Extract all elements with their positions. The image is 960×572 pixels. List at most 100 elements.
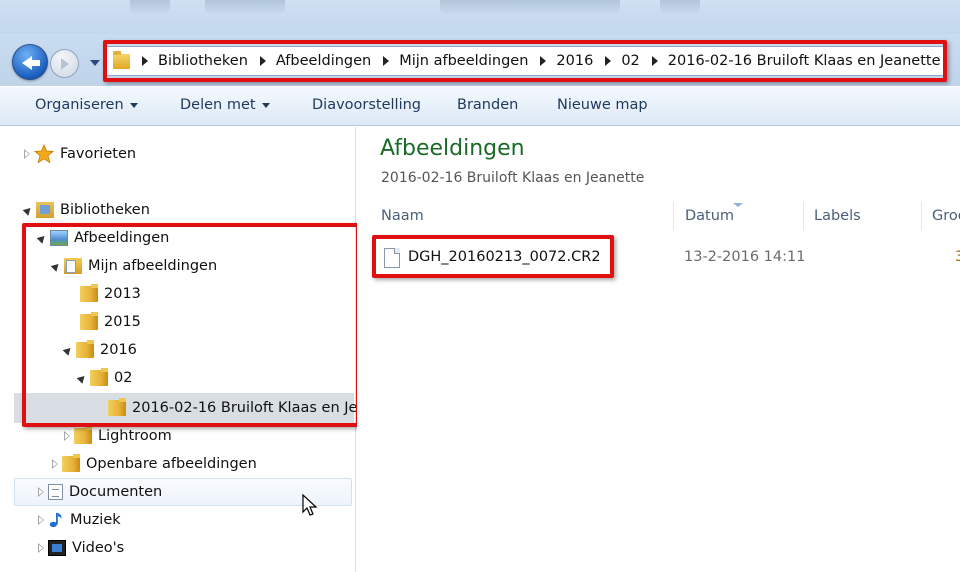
expand-arrow-icon[interactable]	[64, 431, 70, 441]
library-subtitle: 2016-02-16 Bruiloft Klaas en Jeanette	[381, 170, 645, 186]
tree-label: 2015	[104, 314, 141, 330]
tree-label: Lightroom	[98, 428, 172, 444]
folder-icon	[90, 368, 108, 386]
file-date: 13-2-2016 14:11	[684, 249, 806, 265]
expand-arrow-icon[interactable]	[38, 515, 44, 525]
tree-label: Afbeeldingen	[74, 230, 170, 246]
organize-menu-button[interactable]: Organiseren	[35, 97, 138, 113]
tree-label: Openbare afbeeldingen	[86, 456, 257, 472]
organize-label: Organiseren	[35, 97, 124, 113]
tree-item-libraries[interactable]: Bibliotheken	[22, 198, 150, 222]
breadcrumb-current-folder[interactable]: 2016-02-16 Bruiloft Klaas en Jeanette	[668, 53, 941, 69]
expand-arrow-icon[interactable]	[38, 487, 44, 497]
expand-arrow-icon[interactable]	[24, 149, 30, 159]
breadcrumb-afbeeldingen[interactable]: Afbeeldingen	[276, 53, 371, 69]
tree-item-pictures[interactable]: Afbeeldingen	[36, 226, 170, 250]
folder-icon	[62, 454, 80, 472]
tree-label: 02	[114, 370, 133, 386]
folder-icon	[74, 426, 92, 444]
tree-label: Documenten	[69, 484, 163, 500]
tree-label: 2016-02-16 Bruiloft Klaas en Jea	[132, 400, 367, 416]
column-divider[interactable]	[921, 202, 922, 230]
library-title: Afbeeldingen	[380, 136, 525, 161]
folder-icon	[108, 398, 126, 416]
collapse-arrow-icon[interactable]	[22, 204, 34, 216]
pictures-library-icon	[50, 230, 68, 246]
tree-item-music[interactable]: Muziek	[38, 508, 121, 532]
expand-arrow-icon[interactable]	[52, 459, 58, 469]
chevron-right-icon[interactable]	[259, 56, 266, 66]
tree-item-favorites[interactable]: Favorieten	[24, 142, 136, 166]
tree-label: Mijn afbeeldingen	[88, 258, 218, 274]
burn-button[interactable]: Branden	[457, 97, 518, 113]
back-arrow-icon[interactable]	[12, 44, 48, 80]
sort-indicator-icon	[733, 203, 743, 207]
blurred-title-element	[660, 0, 700, 14]
tree-item-wedding-folder[interactable]: 2016-02-16 Bruiloft Klaas en Jea	[104, 396, 366, 420]
tree-item-videos[interactable]: Video's	[38, 536, 124, 560]
column-header-tags[interactable]: Labels	[814, 208, 861, 224]
folder-icon	[80, 284, 98, 302]
folder-icon	[76, 340, 94, 358]
tree-label: 2016	[100, 342, 137, 358]
expand-arrow-icon[interactable]	[38, 543, 44, 553]
chevron-right-icon[interactable]	[651, 56, 658, 66]
caret-down-icon	[261, 102, 270, 108]
blurred-title-element	[130, 0, 170, 14]
collapse-arrow-icon[interactable]	[50, 260, 62, 272]
navigation-bar: Bibliotheken Afbeeldingen Mijn afbeeldin…	[0, 34, 960, 86]
share-menu-button[interactable]: Delen met	[180, 97, 270, 113]
column-header-name[interactable]: Naam	[381, 208, 424, 224]
window-title-strip	[0, 0, 960, 34]
tree-item-02[interactable]: 02	[76, 366, 133, 390]
tree-item-2015[interactable]: 2015	[76, 310, 141, 334]
video-icon	[48, 540, 66, 556]
tree-label: Favorieten	[60, 146, 137, 162]
column-divider[interactable]	[673, 202, 674, 230]
command-toolbar: Organiseren Delen met Diavoorstelling Br…	[0, 86, 960, 126]
chevron-right-icon[interactable]	[605, 56, 612, 66]
breadcrumb-02[interactable]: 02	[621, 53, 639, 69]
folder-icon	[80, 312, 98, 330]
tree-item-documents[interactable]: Documenten	[38, 480, 162, 504]
tree-item-2013[interactable]: 2013	[76, 282, 141, 306]
documents-icon	[48, 484, 63, 500]
column-divider[interactable]	[803, 202, 804, 230]
slideshow-button[interactable]: Diavoorstelling	[312, 97, 421, 113]
tree-label: Bibliotheken	[60, 202, 150, 218]
tree-item-my-pictures[interactable]: Mijn afbeeldingen	[50, 254, 218, 278]
file-size: 3	[955, 249, 960, 265]
column-header-size[interactable]: Groo	[932, 208, 960, 224]
chevron-right-icon[interactable]	[540, 56, 547, 66]
file-icon[interactable]	[384, 248, 400, 268]
breadcrumb-bibliotheken[interactable]: Bibliotheken	[158, 53, 248, 69]
star-icon	[34, 144, 54, 164]
tree-item-lightroom[interactable]: Lightroom	[64, 424, 172, 448]
address-bar[interactable]: Bibliotheken Afbeeldingen Mijn afbeeldin…	[104, 46, 944, 76]
chevron-right-icon[interactable]	[383, 56, 390, 66]
music-note-icon	[49, 512, 62, 528]
collapse-arrow-icon[interactable]	[62, 344, 74, 356]
tree-label: 2013	[104, 286, 141, 302]
blurred-title-element	[440, 0, 620, 14]
collapse-arrow-icon[interactable]	[36, 232, 48, 244]
column-header-date[interactable]: Datum	[685, 208, 734, 224]
library-icon	[36, 202, 54, 218]
chevron-right-icon[interactable]	[142, 56, 148, 66]
tree-item-public-pictures[interactable]: Openbare afbeeldingen	[52, 452, 257, 476]
new-folder-button[interactable]: Nieuwe map	[557, 97, 648, 113]
tree-label: Video's	[72, 540, 125, 556]
share-label: Delen met	[180, 97, 256, 113]
tree-label: Muziek	[70, 512, 121, 528]
blurred-title-element	[205, 0, 285, 14]
file-name[interactable]: DGH_20160213_0072.CR2	[408, 249, 601, 265]
forward-arrow-icon[interactable]	[50, 49, 79, 78]
breadcrumb-2016[interactable]: 2016	[556, 53, 593, 69]
content-pane	[357, 127, 960, 572]
my-pictures-folder-icon	[64, 258, 82, 274]
recent-pages-dropdown-icon[interactable]	[90, 60, 100, 66]
breadcrumb-mijn-afbeeldingen[interactable]: Mijn afbeeldingen	[399, 53, 528, 69]
mouse-cursor-icon	[302, 494, 318, 516]
tree-item-2016[interactable]: 2016	[62, 338, 137, 362]
collapse-arrow-icon[interactable]	[76, 372, 88, 384]
